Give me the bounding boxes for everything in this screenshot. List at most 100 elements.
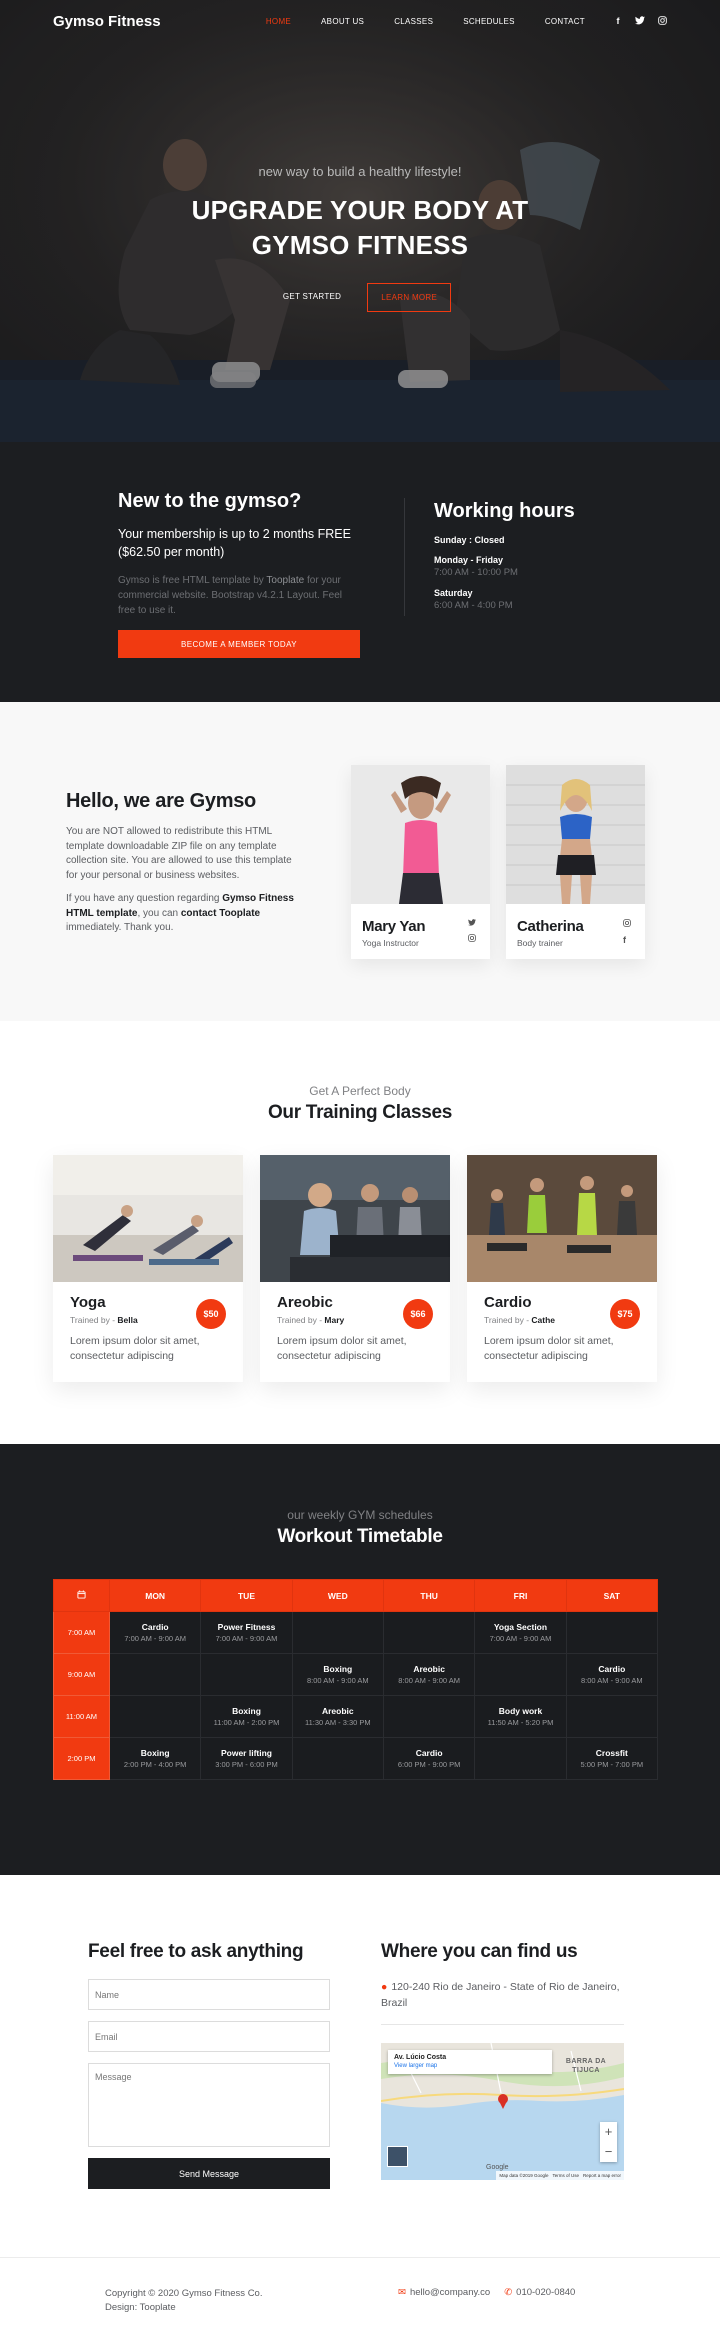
team-photo	[506, 765, 645, 904]
class-time: 2:00 PM - 4:00 PM	[123, 1760, 187, 1769]
schedule-cell: Boxing 2:00 PM - 4:00 PM	[108, 1737, 202, 1780]
team-role: Body trainer	[517, 938, 563, 948]
map-place-card: Av. Lúcio Costa View larger map	[388, 2050, 552, 2074]
message-field[interactable]: Message	[88, 2063, 330, 2147]
time-slot: 9:00 AM	[53, 1653, 110, 1696]
team-name: Catherina	[517, 918, 584, 935]
nav-item-classes[interactable]: CLASSES	[394, 17, 433, 26]
instagram-icon[interactable]	[657, 15, 667, 27]
class-time: 7:00 AM - 9:00 AM	[215, 1634, 278, 1643]
about-title: Hello, we are Gymso	[66, 790, 256, 812]
email-field[interactable]: Email	[88, 2021, 330, 2052]
learn-more-button[interactable]: LEARN MORE	[367, 283, 452, 312]
nav-item-home[interactable]: HOME	[266, 17, 291, 26]
class-title: Cardio	[598, 1664, 626, 1674]
design-credit-link[interactable]: Design: Tooplate	[105, 2301, 262, 2315]
twitter-icon[interactable]	[468, 919, 476, 928]
schedule-cell: Power lifting 3:00 PM - 6:00 PM	[200, 1737, 293, 1780]
class-time: 11:30 AM - 3:30 PM	[304, 1718, 371, 1727]
schedule-cell-empty	[474, 1737, 567, 1780]
footer-email-link[interactable]: hello@company.co	[410, 2287, 490, 2298]
team-card: Mary Yan Yoga Instructor	[351, 765, 490, 959]
zoom-in-button[interactable]: +	[600, 2122, 617, 2142]
instagram-icon[interactable]	[623, 919, 631, 929]
instagram-icon[interactable]	[468, 934, 476, 944]
schedule-cell-empty	[474, 1653, 567, 1696]
class-description: Lorem ipsum dolor sit amet, consectetur …	[277, 1335, 407, 1362]
day-header: WED	[291, 1579, 384, 1612]
class-card[interactable]: Yoga Trained by - Bella Lorem ipsum dolo…	[53, 1155, 243, 1382]
footer-phone-link[interactable]: 010-020-0840	[516, 2287, 575, 2298]
get-started-button[interactable]: GET STARTED	[269, 283, 355, 312]
brand-logo[interactable]: Gymso Fitness	[53, 13, 161, 30]
timetable-row: 11:00 AM Boxing 11:00 AM - 2:00 PM Areobic 1…	[53, 1695, 659, 1738]
map-zoom-controls: + −	[600, 2122, 617, 2162]
about-section: Hello, we are Gymso You are NOT allowed …	[0, 702, 720, 1021]
timetable-row: 7:00 AM Cardio 7:00 AM - 9:00 AM Power Fitn…	[53, 1611, 659, 1654]
terms-link[interactable]: Terms of Use	[552, 2173, 579, 2178]
schedule-cell-empty	[382, 1695, 476, 1738]
nav-item-contact[interactable]: CONTACT	[545, 17, 585, 26]
schedule-cell: Boxing 11:00 AM - 2:00 PM	[200, 1695, 293, 1738]
facebook-icon[interactable]: f	[613, 16, 623, 27]
about-paragraph: You are NOT allowed to redistribute this…	[66, 826, 292, 881]
schedule-cell-empty	[291, 1737, 384, 1780]
map-pin-icon: ●	[381, 1981, 388, 1993]
nav-item-about-us[interactable]: ABOUT US	[321, 17, 364, 26]
class-time: 11:50 AM - 5:20 PM	[487, 1718, 554, 1727]
class-description: Lorem ipsum dolor sit amet, consectetur …	[70, 1335, 200, 1362]
twitter-icon[interactable]	[635, 15, 645, 27]
schedule-cell: Cardio 6:00 PM - 9:00 PM	[382, 1737, 476, 1780]
location-info: Where you can find us ● 120-240 Rio de Ja…	[381, 1941, 624, 2180]
day-header: SAT	[565, 1579, 659, 1612]
class-time: 7:00 AM - 9:00 AM	[489, 1634, 552, 1643]
hours-item: Sunday : Closed	[434, 535, 505, 545]
schedule-title: Workout Timetable	[277, 1526, 443, 1547]
report-map-error-link[interactable]: Report a map error	[583, 2173, 621, 2178]
class-title: Areobic	[321, 1706, 354, 1716]
schedule-cell: Cardio 8:00 AM - 9:00 AM	[565, 1653, 659, 1696]
tooplate-link[interactable]: Tooplate	[266, 575, 304, 586]
google-logo: Google	[486, 2164, 509, 2171]
become-member-button[interactable]: BECOME A MEMBER TODAY	[118, 630, 360, 658]
day-header: FRI	[474, 1579, 567, 1612]
team-role: Yoga Instructor	[362, 938, 419, 948]
schedule-cell: Crossfit 5:00 PM - 7:00 PM	[565, 1737, 659, 1780]
nav-item-schedules[interactable]: SCHEDULES	[463, 17, 515, 26]
timetable-row: 9:00 AM Boxing 8:00 AM - 9:00 AM Areobic 8:0…	[53, 1653, 659, 1696]
class-card[interactable]: Cardio Trained by - Cathe Lorem ipsum do…	[467, 1155, 657, 1382]
class-time: 6:00 PM - 9:00 PM	[397, 1760, 461, 1769]
schedule-cell: Yoga Section 7:00 AM - 9:00 AM	[474, 1611, 567, 1654]
contact-tooplate-link[interactable]: contact Tooplate	[181, 908, 260, 919]
schedule-cell-empty	[565, 1611, 659, 1654]
facebook-icon[interactable]: f	[623, 935, 631, 945]
day-header: TUE	[200, 1579, 293, 1612]
divider	[381, 2024, 624, 2025]
name-field[interactable]: Name	[88, 1979, 330, 2010]
phone-icon: ✆	[504, 2287, 513, 2298]
navbar: Gymso Fitness HOME ABOUT US CLASSES SCHE…	[0, 0, 720, 42]
satellite-toggle[interactable]	[387, 2146, 408, 2167]
contact-section: Feel free to ask anything Name Email Mes…	[0, 1875, 720, 2257]
view-larger-map-link[interactable]: View larger map	[394, 2063, 546, 2069]
working-hours-title: Working hours	[434, 500, 575, 522]
class-card[interactable]: Areobic Trained by - Mary Lorem ipsum do…	[260, 1155, 450, 1382]
contact-form: Feel free to ask anything Name Email Mes…	[88, 1941, 330, 2189]
class-title: Yoga Section	[493, 1622, 548, 1632]
class-photo-areobic	[260, 1155, 450, 1282]
membership-text: Gymso is free HTML template by Tooplate …	[118, 575, 342, 616]
about-text: Hello, we are Gymso You are NOT allowed …	[66, 790, 302, 945]
schedule-cell-empty	[565, 1695, 659, 1738]
schedule-cell-empty	[291, 1611, 384, 1654]
hours-item: Monday - Friday 7:00 AM - 10:00 PM	[434, 555, 518, 578]
class-time: 7:00 AM - 9:00 AM	[124, 1634, 187, 1643]
map-embed[interactable]: Av. Lúcio Costa View larger map BARRA DA…	[381, 2043, 624, 2180]
hours-item: Saturday 6:00 AM - 4:00 PM	[434, 588, 513, 611]
hero-buttons: GET STARTED LEARN MORE	[0, 283, 720, 312]
day-header: MON	[108, 1579, 202, 1612]
zoom-out-button[interactable]: −	[600, 2142, 617, 2162]
footer: Copyright © 2020 Gymso Fitness Co. Desig…	[0, 2257, 720, 2350]
send-message-button[interactable]: Send Message	[88, 2158, 330, 2189]
schedule-cell-empty	[108, 1695, 202, 1738]
class-title: Crossfit	[595, 1748, 628, 1758]
